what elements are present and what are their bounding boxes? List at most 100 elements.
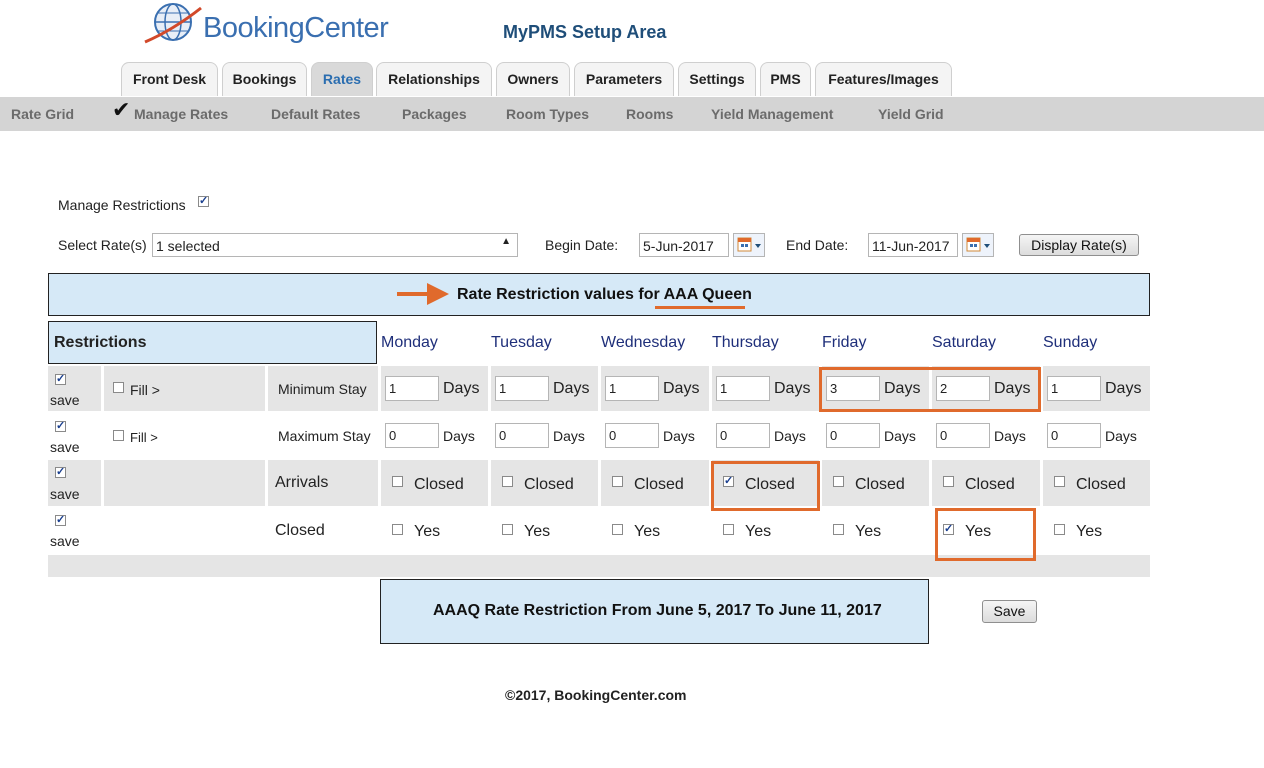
subnav-manage-rates[interactable]: Manage Rates: [134, 106, 228, 122]
tab-pms[interactable]: PMS: [760, 62, 811, 96]
days-unit-label: Days: [774, 380, 811, 397]
closed-yes-checkbox-monday[interactable]: [392, 524, 403, 535]
days-unit-label: Days: [553, 380, 590, 397]
arrivals-closed-checkbox-monday[interactable]: [392, 476, 403, 487]
save-label: save: [50, 392, 80, 408]
min-stay-input-monday[interactable]: 1: [385, 376, 439, 401]
max-stay-input-wednesday[interactable]: 0: [605, 423, 659, 448]
col-sep: [709, 366, 712, 411]
arrivals-closed-label: Closed: [965, 476, 1015, 493]
save-label: save: [50, 533, 80, 549]
arrivals-closed-checkbox-tuesday[interactable]: [502, 476, 513, 487]
col-sep: [488, 366, 491, 411]
days-unit-label: Days: [663, 380, 700, 397]
subnav-yield-grid[interactable]: Yield Grid: [878, 106, 944, 122]
rate-name-underline: [655, 306, 745, 309]
max-stay-input-sunday[interactable]: 0: [1047, 423, 1101, 448]
arrivals-closed-checkbox-friday[interactable]: [833, 476, 844, 487]
closed-yes-label: Yes: [634, 523, 661, 540]
day-header-monday: Monday: [381, 334, 438, 351]
tab-owners[interactable]: Owners: [496, 62, 570, 96]
days-unit-label: Days: [553, 428, 585, 444]
closed-yes-label: Yes: [414, 523, 441, 540]
tab-settings[interactable]: Settings: [678, 62, 756, 96]
fill-max-stay-checkbox[interactable]: [113, 430, 124, 441]
days-unit-label: Days: [443, 428, 475, 444]
select-rates-label: Select Rate(s): [58, 237, 147, 253]
arrow-right-icon: [397, 283, 449, 305]
col-sep: [101, 460, 104, 506]
col-sep: [265, 366, 268, 411]
col-sep: [378, 460, 381, 506]
subnav-room-types[interactable]: Room Types: [506, 106, 589, 122]
subnav-yield-management[interactable]: Yield Management: [711, 106, 833, 122]
tab-relationships[interactable]: Relationships: [376, 62, 492, 96]
display-rates-button[interactable]: Display Rate(s): [1019, 234, 1139, 256]
max-stay-label: Maximum Stay: [278, 428, 371, 444]
min-stay-input-wednesday[interactable]: 1: [605, 376, 659, 401]
col-sep: [265, 460, 268, 506]
closed-yes-checkbox-tuesday[interactable]: [502, 524, 513, 535]
closed-yes-checkbox-sunday[interactable]: [1054, 524, 1065, 535]
max-stay-input-saturday[interactable]: 0: [936, 423, 990, 448]
min-stay-label: Minimum Stay: [278, 381, 367, 397]
checkmark-icon: ✔: [112, 97, 131, 122]
calendar-icon[interactable]: [733, 233, 765, 257]
max-stay-input-friday[interactable]: 0: [826, 423, 880, 448]
save-min-stay-checkbox[interactable]: [55, 372, 66, 385]
subnav-default-rates[interactable]: Default Rates: [271, 106, 360, 122]
summary-text: AAAQ Rate Restriction From June 5, 2017 …: [433, 602, 882, 619]
fill-label: Fill >: [130, 430, 158, 445]
max-stay-input-monday[interactable]: 0: [385, 423, 439, 448]
closed-yes-checkbox-thursday[interactable]: [723, 524, 734, 535]
days-unit-label: Days: [994, 428, 1026, 444]
subnav-rooms[interactable]: Rooms: [626, 106, 673, 122]
closed-yes-label: Yes: [1076, 523, 1103, 540]
tab-front-desk[interactable]: Front Desk: [121, 62, 218, 96]
tab-bookings[interactable]: Bookings: [222, 62, 307, 96]
end-date-input[interactable]: 11-Jun-2017: [868, 233, 958, 257]
max-stay-input-thursday[interactable]: 0: [716, 423, 770, 448]
min-stay-input-sunday[interactable]: 1: [1047, 376, 1101, 401]
end-date-label: End Date:: [786, 237, 849, 253]
arrivals-closed-checkbox-wednesday[interactable]: [612, 476, 623, 487]
subnav-packages[interactable]: Packages: [402, 106, 467, 122]
fill-min-stay-checkbox[interactable]: [113, 382, 124, 393]
closed-yes-label: Yes: [524, 523, 551, 540]
begin-date-input[interactable]: 5-Jun-2017: [639, 233, 729, 257]
copyright-text: ©2017, BookingCenter.com: [505, 687, 687, 703]
day-header-wednesday: Wednesday: [601, 334, 686, 351]
begin-date-label: Begin Date:: [545, 237, 619, 253]
arrivals-closed-checkbox-saturday[interactable]: [943, 476, 954, 487]
min-stay-input-tuesday[interactable]: 1: [495, 376, 549, 401]
save-closed-checkbox[interactable]: [55, 513, 66, 526]
subnav-rate-grid[interactable]: Rate Grid: [11, 106, 74, 122]
min-stay-input-thursday[interactable]: 1: [716, 376, 770, 401]
tab-features-images[interactable]: Features/Images: [815, 62, 952, 96]
calendar-icon[interactable]: [962, 233, 994, 257]
arrivals-closed-label: Closed: [414, 476, 464, 493]
tab-rates[interactable]: Rates: [311, 62, 373, 96]
manage-restrictions-label: Manage Restrictions: [58, 197, 186, 213]
page-title: MyPMS Setup Area: [503, 22, 667, 42]
logo-text: BookingCenter: [203, 12, 389, 44]
col-sep: [378, 366, 381, 411]
tab-parameters[interactable]: Parameters: [574, 62, 674, 96]
save-arrivals-checkbox[interactable]: [55, 465, 66, 478]
save-label: save: [50, 486, 80, 502]
col-sep: [929, 460, 932, 506]
save-button[interactable]: Save: [982, 600, 1037, 623]
banner-prefix: Rate Restriction values for: [457, 286, 664, 303]
closed-yes-checkbox-wednesday[interactable]: [612, 524, 623, 535]
closed-yes-checkbox-friday[interactable]: [833, 524, 844, 535]
days-unit-label: Days: [1105, 380, 1142, 397]
col-sep: [488, 460, 491, 506]
select-rates-dropdown[interactable]: 1 selected ▲: [152, 233, 518, 257]
highlight-closed-saturday: [935, 508, 1036, 561]
arrivals-closed-label: Closed: [634, 476, 684, 493]
arrivals-closed-checkbox-sunday[interactable]: [1054, 476, 1065, 487]
save-max-stay-checkbox[interactable]: [55, 419, 66, 432]
restrictions-title: Restrictions: [54, 334, 147, 351]
manage-restrictions-checkbox[interactable]: [198, 194, 209, 207]
max-stay-input-tuesday[interactable]: 0: [495, 423, 549, 448]
